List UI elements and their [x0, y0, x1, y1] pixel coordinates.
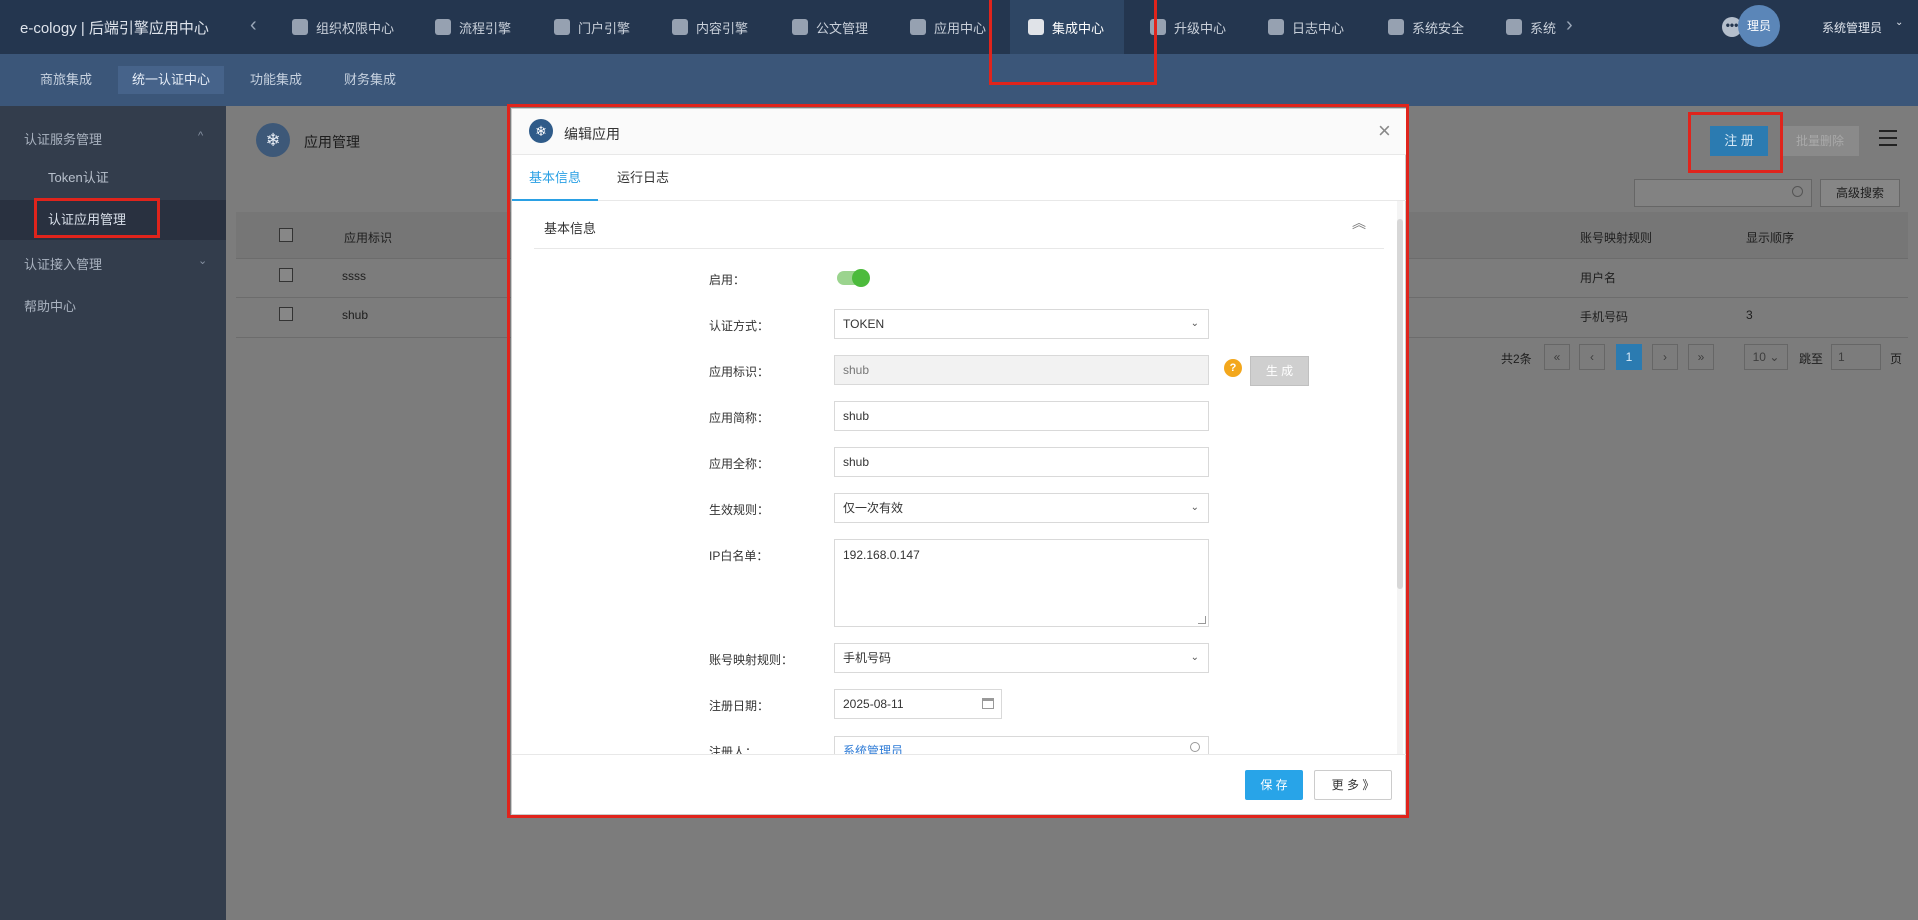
nav-system[interactable]: 系统	[1496, 0, 1566, 54]
table-cell-app-id[interactable]: shub	[342, 308, 368, 322]
sidebar-group-auth-service[interactable]: 认证服务管理	[24, 129, 102, 148]
nav-document[interactable]: 公文管理	[782, 0, 878, 54]
sidebar-item-help[interactable]: 帮助中心	[24, 296, 76, 315]
top-bar: e-cology | 后端引擎应用中心 ‹ 组织权限中心 流程引擎 门户引擎 内…	[0, 0, 1918, 54]
table-cell-mapping: 用户名	[1580, 271, 1617, 285]
page-title: 应用管理	[304, 134, 360, 150]
jump-page-input[interactable]: 1	[1831, 344, 1881, 370]
column-header-app-id[interactable]: 应用标识	[344, 229, 392, 246]
pager-prev-button[interactable]: ‹	[1579, 344, 1605, 370]
nav-apps[interactable]: 应用中心	[900, 0, 996, 54]
highlight-box	[507, 104, 1409, 818]
highlight-box	[1688, 112, 1783, 173]
sub-nav: 商旅集成 统一认证中心 功能集成 财务集成	[0, 54, 1918, 106]
log-icon	[1268, 19, 1284, 35]
snowflake-icon: ❄	[256, 123, 290, 157]
nav-next-arrow-icon[interactable]: ›	[1566, 14, 1573, 37]
app-title: e-cology | 后端引擎应用中心	[20, 20, 209, 37]
nav-content[interactable]: 内容引擎	[662, 0, 758, 54]
security-icon	[1388, 19, 1404, 35]
nav-org-permission[interactable]: 组织权限中心	[282, 0, 404, 54]
page-size-select[interactable]: 10 ⌄	[1744, 344, 1788, 370]
chevron-up-icon[interactable]: ^	[198, 130, 203, 142]
pager-first-button[interactable]: «	[1544, 344, 1570, 370]
system-icon	[1506, 19, 1522, 35]
avatar[interactable]: 理员	[1738, 5, 1780, 47]
row-checkbox[interactable]	[279, 307, 293, 321]
column-header-order[interactable]: 显示顺序	[1746, 229, 1794, 246]
user-name[interactable]: 系统管理员	[1822, 19, 1882, 36]
search-icon[interactable]	[1792, 186, 1803, 197]
nav-portal[interactable]: 门户引擎	[544, 0, 640, 54]
nav-workflow[interactable]: 流程引擎	[425, 0, 521, 54]
search-input[interactable]	[1634, 179, 1812, 207]
subnav-unified-auth[interactable]: 统一认证中心	[118, 66, 225, 94]
page-suffix: 页	[1890, 352, 1903, 366]
select-all-checkbox[interactable]	[279, 228, 293, 242]
jump-label: 跳至	[1799, 352, 1824, 366]
chevron-down-icon[interactable]: ⌄	[198, 254, 207, 267]
document-icon	[792, 19, 808, 35]
subnav-function[interactable]: 功能集成	[236, 66, 316, 94]
nav-log[interactable]: 日志中心	[1258, 0, 1354, 54]
table-cell-mapping: 手机号码	[1580, 310, 1629, 324]
apps-icon	[910, 19, 926, 35]
nav-prev-arrow-icon[interactable]: ‹	[250, 14, 257, 37]
pager-last-button[interactable]: »	[1688, 344, 1714, 370]
highlight-box	[989, 0, 1157, 85]
subnav-finance[interactable]: 财务集成	[330, 66, 410, 94]
content-icon	[672, 19, 688, 35]
portal-icon	[554, 19, 570, 35]
pager-page-1[interactable]: 1	[1616, 344, 1642, 370]
table-cell-app-id[interactable]: ssss	[342, 269, 366, 283]
list-menu-icon[interactable]	[1879, 130, 1897, 146]
pager-total: 共2条	[1501, 352, 1532, 366]
row-checkbox[interactable]	[279, 268, 293, 282]
subnav-travel[interactable]: 商旅集成	[26, 66, 106, 94]
chevron-down-icon: ⌄	[1769, 350, 1780, 364]
highlight-box	[34, 198, 160, 238]
batch-delete-button[interactable]: 批量删除	[1781, 126, 1859, 156]
shield-icon	[292, 19, 308, 35]
table-cell-order: 3	[1746, 308, 1753, 322]
sidebar-item-token-auth[interactable]: Token认证	[0, 158, 226, 198]
column-header-mapping[interactable]: 账号映射规则	[1580, 229, 1652, 246]
chevron-down-icon[interactable]: ⌄	[1895, 17, 1903, 28]
pager-next-button[interactable]: ›	[1652, 344, 1678, 370]
advanced-search-button[interactable]: 高级搜索	[1820, 179, 1900, 207]
nav-security[interactable]: 系统安全	[1378, 0, 1474, 54]
sidebar-group-auth-access[interactable]: 认证接入管理	[24, 254, 102, 273]
flow-icon	[435, 19, 451, 35]
